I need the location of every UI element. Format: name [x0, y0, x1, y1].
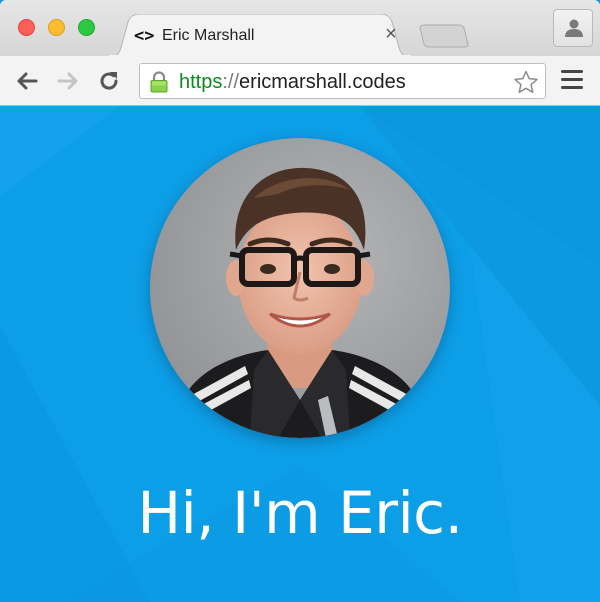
- tab-active[interactable]: <> Eric Marshall ×: [108, 14, 412, 58]
- forward-arrow-icon: [57, 72, 78, 90]
- star-icon[interactable]: [513, 70, 539, 94]
- window-maximize-button[interactable]: [78, 19, 95, 36]
- new-tab-shape: [419, 24, 469, 48]
- profile-icon: [565, 19, 583, 37]
- menu-bar-line: [561, 70, 583, 73]
- toolbar: https://ericmarshall.codes: [0, 56, 600, 106]
- url-scheme: https: [179, 71, 223, 93]
- avatar: [150, 138, 450, 438]
- url-text: https://ericmarshall.codes: [179, 70, 406, 94]
- menu-bar-line: [561, 78, 583, 81]
- address-bar[interactable]: https://ericmarshall.codes: [139, 63, 546, 99]
- hamburger-menu-icon[interactable]: [561, 70, 585, 94]
- tab-strip: <> Eric Marshall ×: [0, 0, 600, 58]
- reload-button[interactable]: [94, 66, 124, 96]
- new-tab-button[interactable]: [418, 24, 470, 48]
- page-content: Hi, I'm Eric.: [0, 106, 600, 602]
- code-brackets-favicon-icon: <>: [134, 26, 155, 46]
- back-arrow-icon: [17, 72, 38, 90]
- menu-bar-line: [561, 86, 583, 89]
- profile-button[interactable]: [553, 9, 593, 47]
- lock-icon: [150, 71, 168, 93]
- tab-title: Eric Marshall: [162, 27, 255, 44]
- forward-button[interactable]: [53, 66, 83, 96]
- reload-icon: [100, 72, 118, 90]
- browser-window: <> Eric Marshall × https://ericmarshall.…: [0, 0, 600, 106]
- profile-photo: [150, 138, 450, 438]
- tab-close-icon[interactable]: ×: [382, 23, 400, 45]
- url-separator: ://: [222, 71, 240, 93]
- back-button[interactable]: [12, 66, 42, 96]
- url-host: ericmarshall.codes: [239, 71, 406, 93]
- window-close-button[interactable]: [18, 19, 35, 36]
- window-minimize-button[interactable]: [48, 19, 65, 36]
- greeting-heading: Hi, I'm Eric.: [137, 479, 463, 547]
